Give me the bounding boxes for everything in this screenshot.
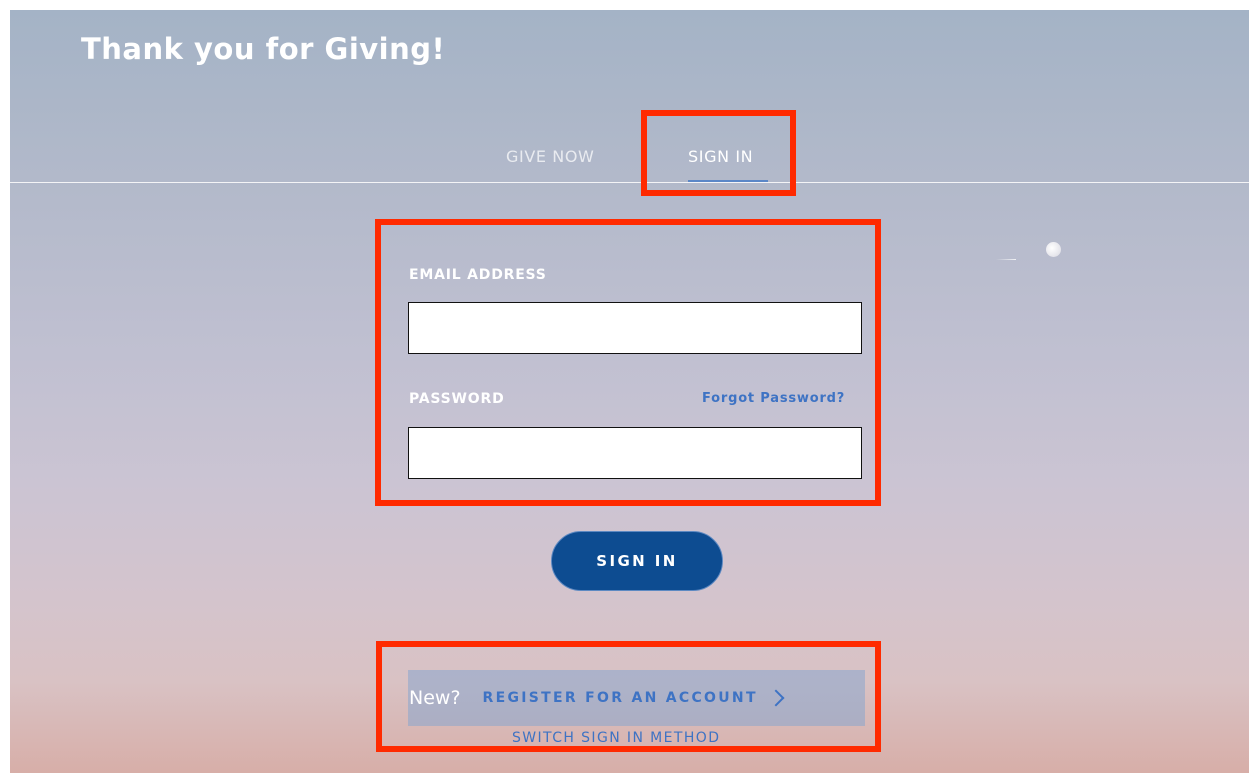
password-label: PASSWORD bbox=[409, 391, 505, 407]
page-title: Thank you for Giving! bbox=[81, 32, 446, 66]
tabs-divider bbox=[10, 182, 1249, 183]
tab-sign-in[interactable]: SIGN IN bbox=[688, 147, 753, 166]
sky-trail-decoration bbox=[996, 259, 1016, 260]
moon-decoration bbox=[1046, 242, 1061, 257]
register-bar: New? REGISTER FOR AN ACCOUNT bbox=[408, 670, 865, 726]
switch-sign-in-method-link[interactable]: SWITCH SIGN IN METHOD bbox=[512, 730, 720, 746]
register-account-link[interactable]: REGISTER FOR AN ACCOUNT bbox=[482, 689, 785, 707]
register-account-label: REGISTER FOR AN ACCOUNT bbox=[482, 690, 758, 706]
chevron-right-icon bbox=[767, 689, 785, 707]
forgot-password-link[interactable]: Forgot Password? bbox=[702, 391, 845, 406]
background-stage: Thank you for Giving! GIVE NOW SIGN IN E… bbox=[10, 10, 1249, 773]
tab-give-now[interactable]: GIVE NOW bbox=[506, 147, 594, 166]
email-label: EMAIL ADDRESS bbox=[409, 267, 547, 283]
email-field[interactable] bbox=[408, 302, 862, 354]
new-user-prompt: New? bbox=[409, 687, 461, 709]
sign-in-button[interactable]: SIGN IN bbox=[551, 531, 723, 591]
password-field[interactable] bbox=[408, 427, 862, 479]
